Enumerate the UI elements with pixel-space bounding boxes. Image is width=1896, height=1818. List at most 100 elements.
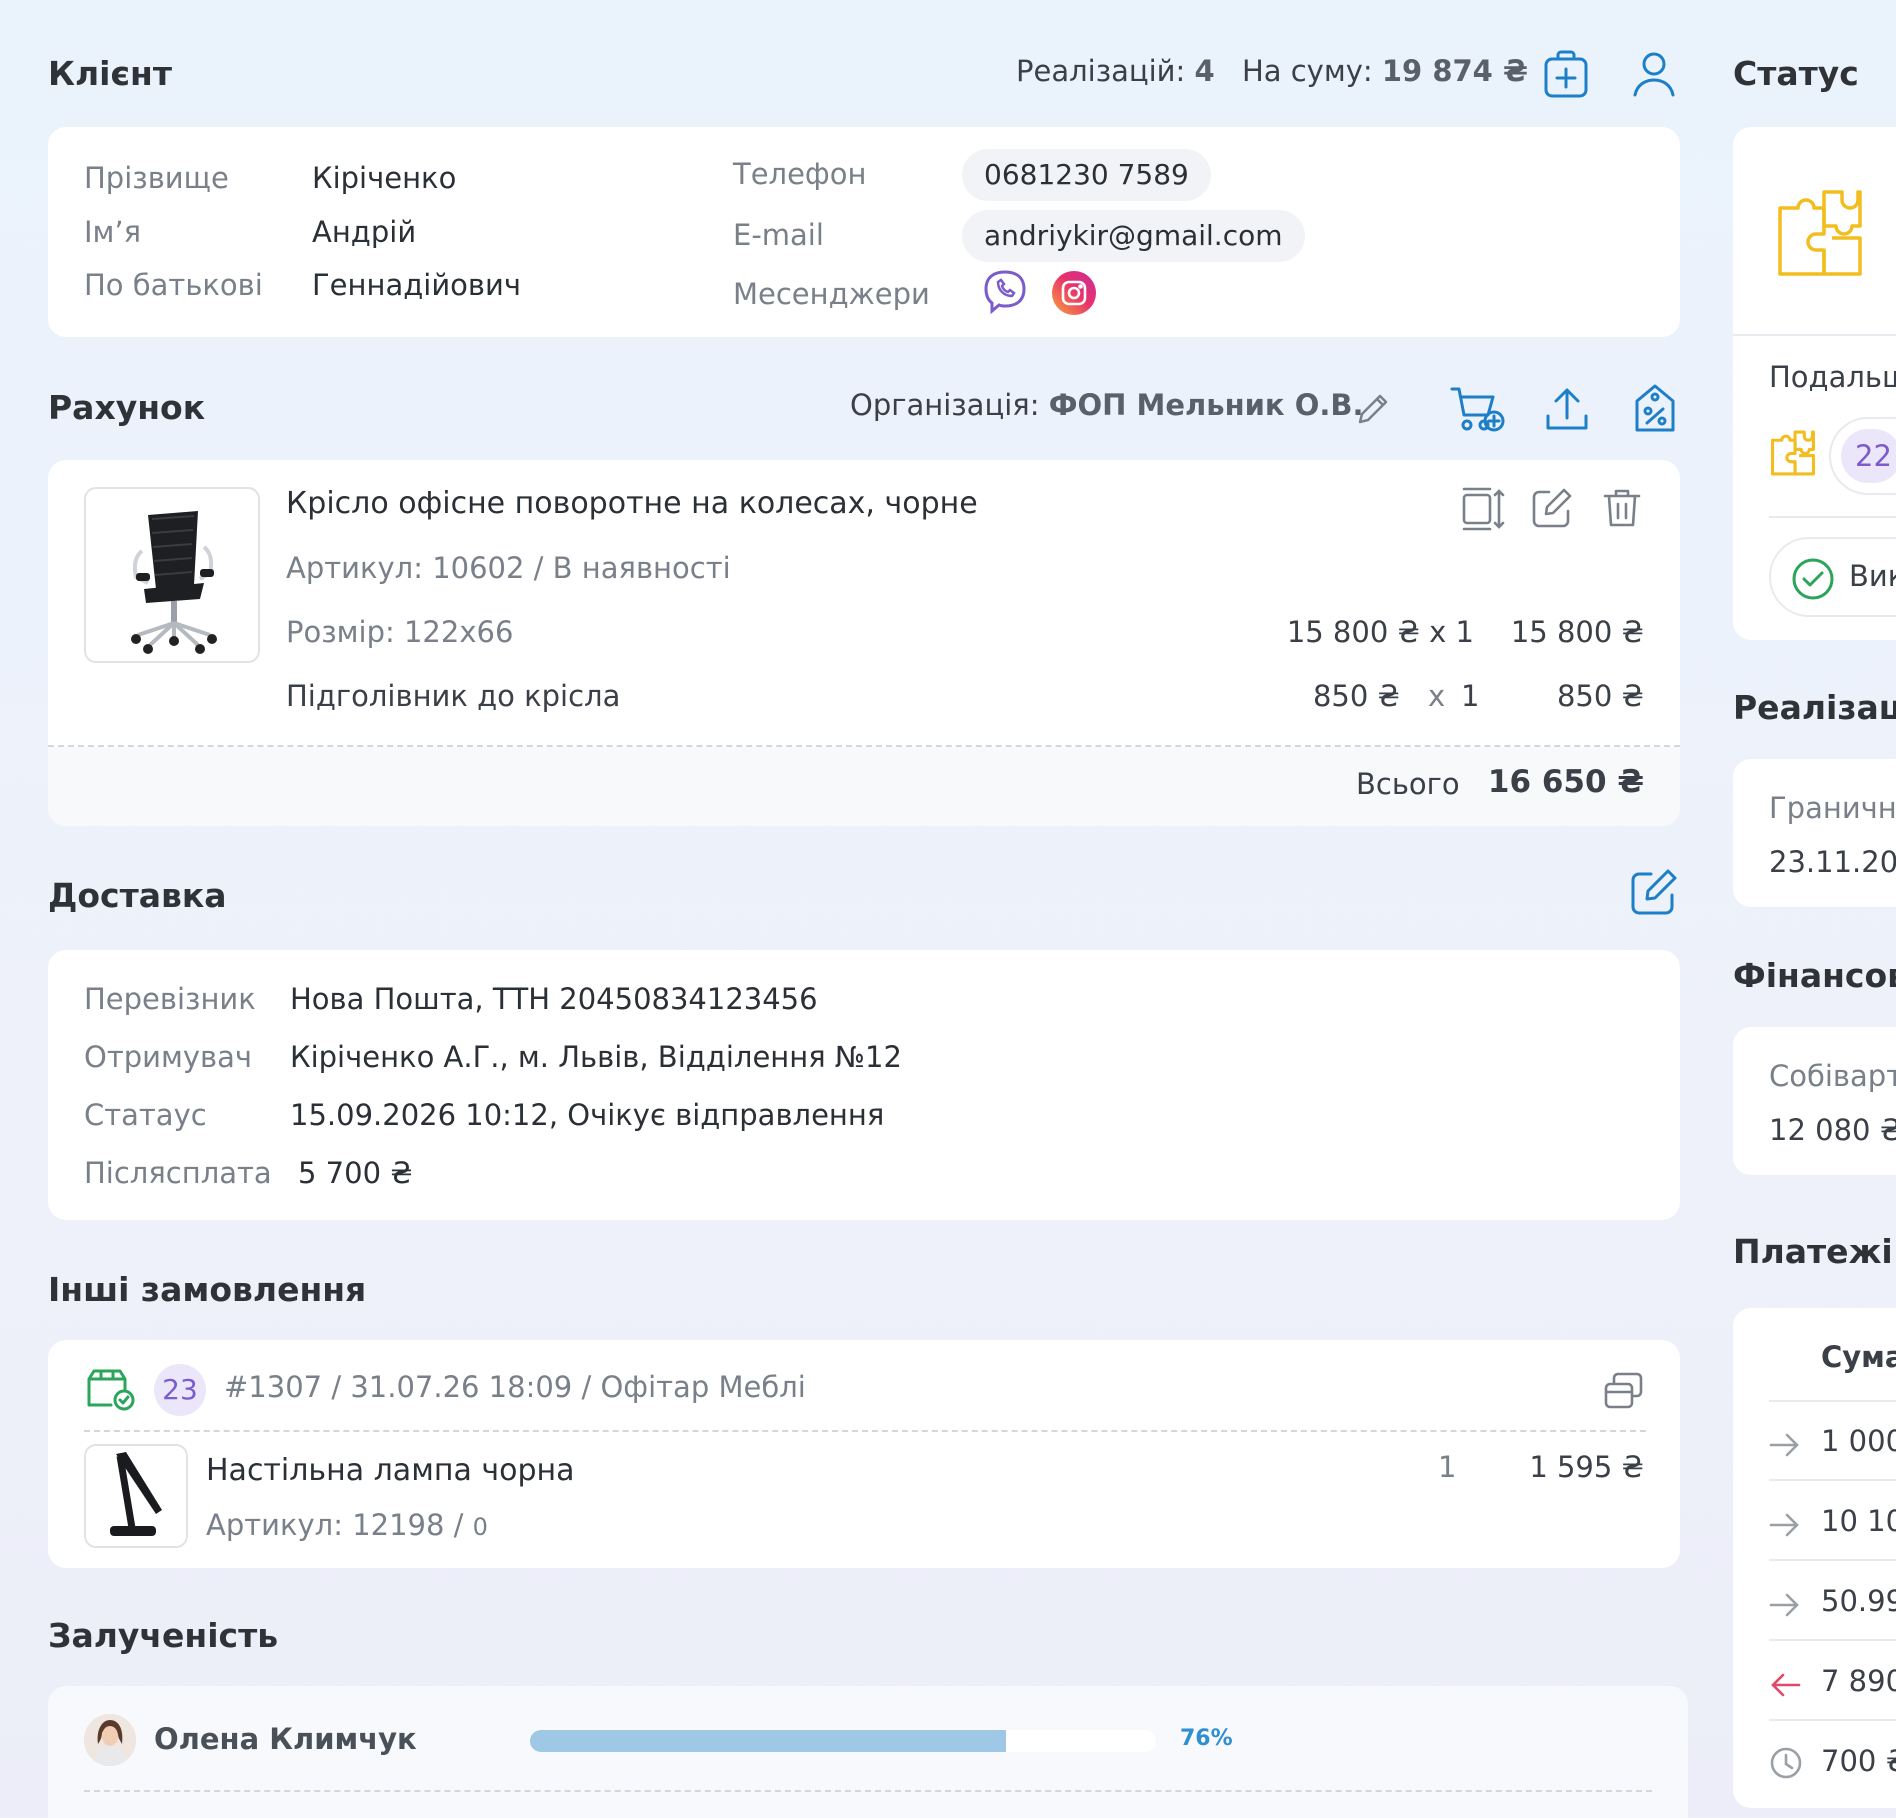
arrow-right-icon bbox=[1769, 1433, 1799, 1457]
messengers-label: Месенджери bbox=[733, 277, 930, 311]
status-card: Подальш 22 Вик bbox=[1733, 127, 1896, 640]
patronymic-value: Геннадійович bbox=[312, 268, 521, 302]
resize-icon[interactable] bbox=[1460, 486, 1506, 532]
delivered-box-icon bbox=[84, 1366, 138, 1412]
arrow-right-icon bbox=[1769, 1513, 1799, 1537]
engagement-percent: 76% bbox=[1180, 1726, 1233, 1751]
delivery-card: Перевізник Нова Пошта, ТТН 2045083412345… bbox=[48, 950, 1680, 1220]
order-item-sku-label: Артикул: 12198 bbox=[206, 1508, 445, 1542]
copy-icon[interactable] bbox=[1602, 1368, 1646, 1412]
edit-organization-pencil-icon[interactable] bbox=[1354, 388, 1394, 428]
payment-row: 10 10 bbox=[1821, 1504, 1896, 1538]
small-puzzle-icon bbox=[1769, 429, 1817, 477]
delivery-title: Доставка bbox=[48, 876, 227, 915]
addon-qty: 1 bbox=[1461, 679, 1480, 713]
item-name: Крісло офісне поворотне на колесах, чорн… bbox=[286, 486, 978, 521]
arrow-left-icon bbox=[1771, 1673, 1801, 1697]
surname-value: Кіріченко bbox=[312, 161, 457, 195]
order-header: #1307 / 31.07.26 18:09 / Офітар Меблі bbox=[224, 1370, 806, 1404]
add-to-cart-icon[interactable] bbox=[1450, 384, 1506, 436]
addon-name: Підголівник до крісла bbox=[286, 679, 621, 713]
clock-icon bbox=[1770, 1747, 1802, 1779]
payments-divider bbox=[1769, 1559, 1896, 1561]
org-label: Організація: bbox=[850, 388, 1040, 422]
engagement-title: Залученість bbox=[48, 1616, 279, 1655]
sales-label: Реалізацій: bbox=[1016, 54, 1186, 88]
item-sku-label: Артикул: 10602 bbox=[286, 551, 525, 585]
discount-tag-icon[interactable] bbox=[1630, 382, 1680, 436]
order-date: 31.07.26 18:09 bbox=[350, 1370, 573, 1404]
payment-row: 7 890 bbox=[1821, 1664, 1896, 1698]
chair-product-image[interactable] bbox=[84, 487, 260, 663]
recipient-value: Кіріченко А.Г., м. Львів, Відділення №12 bbox=[290, 1040, 902, 1074]
carrier-label: Перевізник bbox=[84, 982, 256, 1016]
finance-card: Собіварт 12 080 ₴ bbox=[1733, 1027, 1896, 1175]
item-size-label: Розмір: bbox=[286, 615, 395, 649]
done-label: Вик bbox=[1849, 559, 1896, 593]
upload-icon[interactable] bbox=[1542, 384, 1592, 436]
payments-divider bbox=[1769, 1719, 1896, 1721]
next-status-label: Подальш bbox=[1769, 360, 1896, 394]
check-circle-icon bbox=[1792, 558, 1834, 600]
order-item-stock: 0 bbox=[472, 1513, 488, 1541]
addon-total: 850 ₴ bbox=[1556, 679, 1644, 713]
sum-label: На суму: bbox=[1241, 54, 1373, 88]
payments-divider bbox=[1769, 1479, 1896, 1481]
organization: Організація: ФОП Мельник О.В. bbox=[850, 388, 1364, 422]
phone-label: Телефон bbox=[733, 157, 867, 191]
client-sales-summary: Реалізацій: 4 На суму: 19 874 ₴ bbox=[1016, 54, 1528, 88]
other-order-card[interactable]: 23 #1307 / 31.07.26 18:09 / Офітар Меблі… bbox=[48, 1340, 1680, 1568]
lamp-product-image[interactable] bbox=[84, 1444, 188, 1548]
delete-trash-icon[interactable] bbox=[1600, 486, 1644, 530]
delivery-status-value: 15.09.2026 10:12, Очікує відправлення bbox=[290, 1098, 885, 1132]
edit-delivery-icon[interactable] bbox=[1628, 866, 1680, 918]
payments-divider bbox=[1769, 1639, 1896, 1641]
cod-label: Післясплата bbox=[84, 1156, 272, 1190]
name-value: Андрій bbox=[312, 215, 417, 249]
next-status-option[interactable]: 22 bbox=[1829, 417, 1896, 495]
order-item-sep: / bbox=[453, 1508, 464, 1542]
order-id[interactable]: #1307 bbox=[224, 1370, 322, 1404]
engagement-progress-fill bbox=[530, 1730, 1006, 1752]
cost-label: Собіварт bbox=[1769, 1059, 1896, 1093]
new-order-bag-icon[interactable] bbox=[1540, 48, 1592, 100]
payments-sum-header: Сума bbox=[1821, 1340, 1896, 1374]
payment-row: 1 000 bbox=[1821, 1424, 1896, 1458]
order-sep: / bbox=[581, 1370, 592, 1404]
client-profile-icon[interactable] bbox=[1628, 48, 1680, 100]
payment-row: 50.99 bbox=[1821, 1584, 1896, 1618]
delivery-status-label: Статаус bbox=[84, 1098, 207, 1132]
payments-card: Сума 1 000 10 10 50.99 7 890 700 ₴ bbox=[1733, 1308, 1896, 1808]
sales-title: Реалізаці bbox=[1733, 688, 1896, 727]
deadline-label: Граничн bbox=[1769, 791, 1896, 825]
client-title: Клієнт bbox=[48, 54, 172, 93]
invoice-card: Крісло офісне поворотне на колесах, чорн… bbox=[48, 460, 1680, 826]
item-availability: / В наявності bbox=[533, 551, 731, 585]
client-card: Прізвище Кіріченко Ім’я Андрій По батько… bbox=[48, 127, 1680, 337]
other-orders-title: Інші замовлення bbox=[48, 1270, 367, 1309]
addon-x: х bbox=[1428, 679, 1446, 713]
email-label: E-mail bbox=[733, 218, 824, 252]
payments-divider bbox=[1769, 1400, 1896, 1402]
order-divider bbox=[84, 1430, 1646, 1432]
recipient-label: Отримувач bbox=[84, 1040, 253, 1074]
addon-price: 850 ₴ bbox=[1312, 679, 1400, 713]
arrow-right-icon bbox=[1769, 1593, 1799, 1617]
phone-pill[interactable]: 0681230 7589 bbox=[962, 149, 1211, 201]
instagram-icon[interactable] bbox=[1052, 271, 1096, 315]
avatar bbox=[84, 1714, 136, 1766]
order-item-price: 1 595 ₴ bbox=[1529, 1450, 1644, 1484]
email-pill[interactable]: andriykir@gmail.com bbox=[962, 210, 1305, 262]
item-sku: Артикул: 10602 / В наявності bbox=[286, 551, 731, 585]
viber-icon[interactable] bbox=[982, 269, 1028, 315]
done-button[interactable]: Вик bbox=[1769, 537, 1896, 617]
order-count-badge: 23 bbox=[154, 1364, 206, 1416]
finance-title: Фінансов bbox=[1733, 956, 1896, 995]
carrier-value: Нова Пошта, ТТН 20450834123456 bbox=[290, 982, 818, 1016]
payment-row: 700 ₴ bbox=[1821, 1744, 1896, 1778]
puzzle-icon bbox=[1775, 187, 1865, 279]
total-value: 16 650 ₴ bbox=[1487, 764, 1644, 800]
item-unit-price: 15 800 ₴ х 1 bbox=[1286, 615, 1474, 649]
edit-item-icon[interactable] bbox=[1530, 486, 1574, 530]
invoice-title: Рахунок bbox=[48, 388, 206, 427]
